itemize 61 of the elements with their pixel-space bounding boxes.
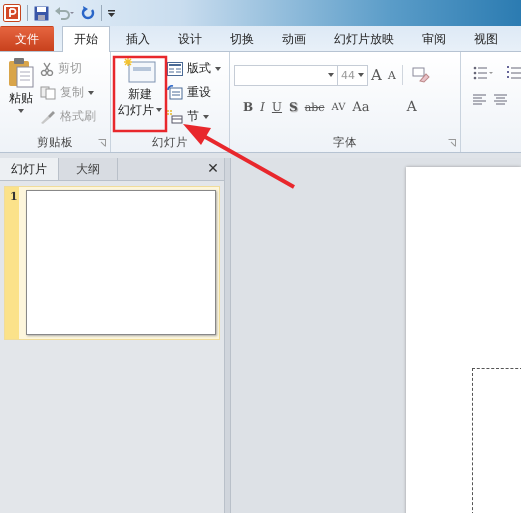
caret-icon [88,90,94,94]
file-tab[interactable]: 文件 [0,26,54,51]
layout-icon [167,62,184,76]
pane-tab[interactable]: 大纲 [59,158,118,180]
ribbon-tab[interactable]: 切换 [218,26,266,51]
group-label: 字体 [332,134,357,150]
group-label: 幻灯片 [152,134,188,150]
color-button[interactable]: A [404,96,420,118]
new-slide-icon [124,58,156,84]
save-icon[interactable] [34,6,49,20]
bullet-list-icon[interactable] [472,66,493,80]
ribbon-tab[interactable]: 设计 [166,26,214,51]
reset-icon [167,85,184,100]
ribbon-tab[interactable]: 插入 [114,26,162,51]
redo-icon[interactable] [81,6,95,20]
slide-number: 1 [10,190,19,205]
caret-icon [328,73,334,77]
caret-icon [215,66,222,70]
slide-thumbnail-row[interactable]: 1 [4,186,220,340]
dialog-launcher-icon[interactable] [448,139,456,147]
copy-icon [40,86,56,100]
caret-icon [18,109,24,113]
ribbon-tab[interactable]: 视图 [462,26,510,51]
section-button[interactable]: 节 [165,106,224,127]
strike-button[interactable]: abc [302,96,328,118]
ribbon-tab[interactable]: 审阅 [410,26,458,51]
reset-button[interactable]: 重设 [165,82,224,103]
customize-toolbar-icon[interactable] [108,8,115,18]
app-logo-icon[interactable] [3,4,21,22]
font-name-field[interactable] [234,64,338,86]
pane-tab[interactable]: 幻灯片 [0,158,59,180]
section-icon [167,110,184,124]
spacing-button[interactable]: AV [328,96,348,118]
paste-button[interactable]: 粘贴 [4,56,38,132]
shrink-font-button[interactable]: A [384,64,399,86]
ribbon-tab[interactable]: 动画 [270,26,318,51]
new-slide-label: 新建 幻灯片 [118,86,162,118]
underline-button[interactable]: U [268,96,286,118]
bold-button[interactable]: B [240,96,256,118]
new-slide-button[interactable]: 新建 幻灯片 [115,56,166,132]
brush-icon [40,110,56,124]
shadow-button[interactable]: S [286,96,301,118]
case-button[interactable]: Aa [349,96,373,118]
caret-icon [203,114,210,118]
numbered-list-icon[interactable] [506,66,521,80]
italic-button[interactable]: I [257,96,268,118]
layout-button[interactable]: 版式 [165,58,224,79]
clipboard-icon [8,58,34,88]
align-left-icon[interactable] [472,94,486,106]
scissors-icon [40,62,54,76]
caret-icon [358,73,364,77]
ribbon-tab[interactable]: 幻灯片放映 [322,26,406,51]
align-center-icon[interactable] [494,94,507,106]
close-button[interactable]: ✕ [202,158,224,180]
dialog-launcher-icon[interactable] [98,139,106,147]
slide-thumbnail[interactable] [26,190,216,335]
group-label: 剪贴板 [37,134,74,150]
caret-icon [156,108,162,112]
ribbon-tab[interactable]: 开始 [62,26,110,52]
clear-format-icon[interactable] [412,67,430,83]
grow-font-button[interactable]: A [368,64,385,86]
